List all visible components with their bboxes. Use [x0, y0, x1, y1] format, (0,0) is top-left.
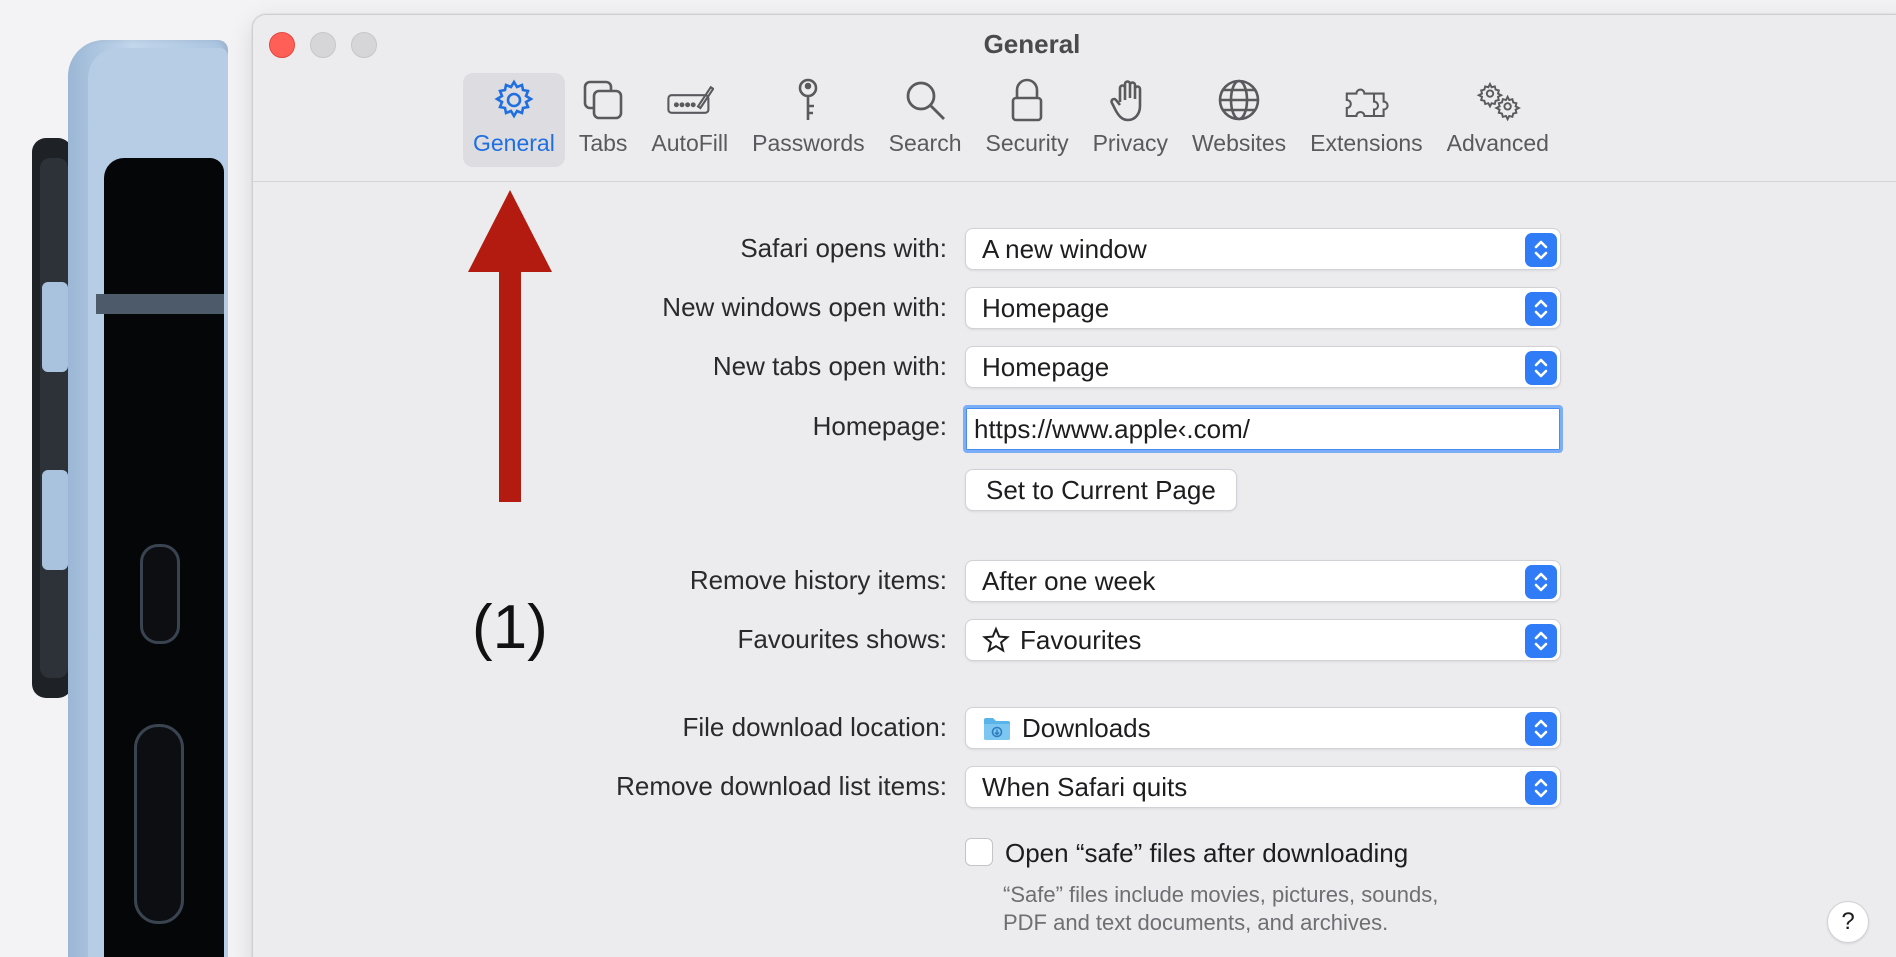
tab-autofill[interactable]: AutoFill	[641, 73, 738, 167]
remove-history-label: Remove history items:	[689, 565, 947, 595]
phone-side-button	[42, 470, 68, 570]
star-icon	[982, 626, 1010, 654]
tab-privacy[interactable]: Privacy	[1083, 73, 1178, 167]
tab-label: Search	[888, 130, 962, 156]
arrow-up-icon	[468, 190, 552, 502]
phone-slot	[134, 724, 184, 924]
tab-label: Security	[985, 130, 1069, 156]
folder-icon	[982, 714, 1012, 742]
new-windows-popup[interactable]: Homepage	[965, 287, 1561, 329]
preferences-toolbar: General Tabs AutoFill Passwords Search S…	[463, 73, 1559, 167]
chevron-updown-icon	[1525, 771, 1557, 805]
tab-label: Passwords	[752, 130, 865, 156]
tab-label: General	[473, 130, 555, 156]
new-tabs-popup[interactable]: Homepage	[965, 346, 1561, 388]
gear-icon	[494, 79, 534, 119]
download-location-label: File download location:	[682, 712, 948, 742]
remove-download-list-label: Remove download list items:	[616, 771, 947, 801]
hand-icon	[1110, 80, 1142, 122]
popup-value: When Safari quits	[982, 771, 1188, 802]
homepage-label: Homepage:	[812, 411, 947, 441]
safari-opens-with-label: Safari opens with:	[740, 233, 947, 263]
tab-passwords[interactable]: Passwords	[742, 73, 874, 167]
set-to-current-page-button[interactable]: Set to Current Page	[965, 469, 1237, 511]
globe-icon	[1218, 79, 1260, 121]
tab-label: Extensions	[1310, 130, 1423, 156]
chevron-updown-icon	[1525, 624, 1557, 658]
tab-websites[interactable]: Websites	[1182, 73, 1296, 167]
phone-slot	[140, 544, 180, 644]
puzzle-icon	[1346, 88, 1390, 118]
popup-value: Homepage	[982, 292, 1110, 323]
window-title: General	[983, 29, 1081, 59]
new-windows-label: New windows open with:	[662, 292, 947, 322]
new-tabs-label: New tabs open with:	[712, 351, 947, 381]
help-button[interactable]: ?	[1827, 901, 1869, 943]
remove-download-list-popup[interactable]: When Safari quits	[965, 766, 1561, 808]
favourites-shows-popup[interactable]: Favourites	[965, 619, 1561, 661]
favourites-shows-label: Favourites shows:	[737, 624, 947, 654]
magnifier-icon	[906, 81, 946, 120]
safari-opens-with-popup[interactable]: A new window	[965, 228, 1561, 270]
chevron-updown-icon	[1525, 712, 1557, 746]
tab-tabs[interactable]: Tabs	[569, 73, 638, 167]
autofill-icon	[667, 85, 714, 114]
titlebar: General General Tabs AutoFill Passwords …	[253, 15, 1896, 182]
tab-label: Websites	[1191, 130, 1287, 156]
popup-value: Downloads	[1022, 712, 1151, 743]
open-safe-files-checkbox[interactable]	[965, 838, 993, 866]
safe-files-note-line2: PDF and text documents, and archives.	[1003, 910, 1389, 935]
download-location-popup[interactable]: Downloads	[965, 707, 1561, 749]
step-label: (1)	[472, 593, 548, 662]
tab-label: AutoFill	[651, 130, 729, 156]
popup-value: After one week	[982, 565, 1156, 596]
gears-icon	[1476, 81, 1521, 122]
lock-icon	[1011, 78, 1043, 122]
tab-label: Privacy	[1092, 130, 1168, 156]
safe-files-note-line1: “Safe” files include movies, pictures, s…	[1003, 882, 1439, 907]
tab-security[interactable]: Security	[975, 73, 1078, 167]
key-icon	[799, 78, 818, 120]
popup-value: A new window	[982, 233, 1147, 264]
tabs-icon	[583, 80, 623, 120]
chevron-updown-icon	[1525, 565, 1557, 599]
tab-extensions[interactable]: Extensions	[1300, 73, 1433, 167]
tab-label: Tabs	[578, 130, 628, 156]
popup-value: Favourites	[1020, 624, 1142, 655]
phone-camera-bump	[32, 138, 72, 698]
tab-advanced[interactable]: Advanced	[1437, 73, 1559, 167]
tab-search[interactable]: Search	[879, 73, 972, 167]
phone-side-button	[42, 282, 68, 372]
popup-value: Homepage	[982, 351, 1110, 382]
open-safe-files-label[interactable]: Open “safe” files after downloading	[1005, 838, 1408, 869]
homepage-field[interactable]: https://www.apple‹.com/	[963, 405, 1563, 453]
chevron-updown-icon	[1525, 351, 1557, 385]
remove-history-popup[interactable]: After one week	[965, 560, 1561, 602]
chevron-updown-icon	[1525, 233, 1557, 267]
tab-general[interactable]: General	[463, 73, 565, 167]
tab-label: Advanced	[1446, 130, 1549, 156]
chevron-updown-icon	[1525, 292, 1557, 326]
phone-illustration	[0, 0, 260, 957]
